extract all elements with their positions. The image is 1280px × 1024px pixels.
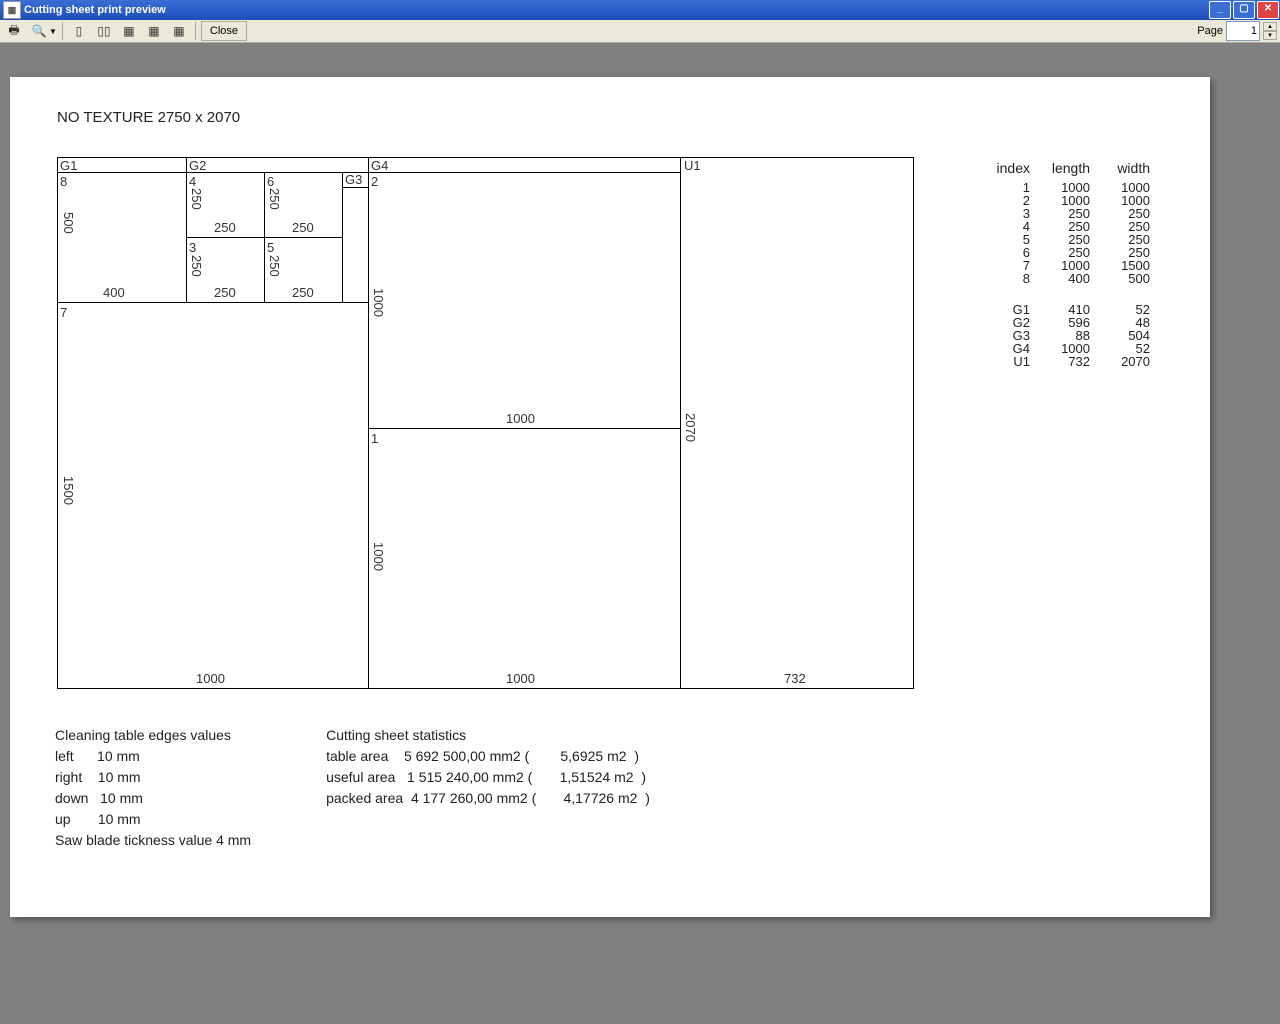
table-row: U17322070 — [980, 355, 1150, 368]
piece-1-index: 1 — [371, 431, 378, 446]
piece-8-w: 400 — [103, 285, 125, 300]
table-row: G259648 — [980, 316, 1150, 329]
piece-2-h: 1000 — [371, 288, 386, 317]
piece-6-index: 6 — [267, 174, 274, 189]
gutter-label-G4: G4 — [371, 158, 388, 173]
piece-8-index: 8 — [60, 174, 67, 189]
layout-4up-icon[interactable]: ▦ — [143, 21, 165, 41]
window-titlebar: ▦ Cutting sheet print preview _ ▢ ✕ — [0, 0, 1280, 20]
toolbar: 🖶 🔍 ▼ ▯ ▯▯ ▦ ▦ ▦ Close Page ▲▼ — [0, 20, 1280, 43]
page-spinner[interactable]: ▲▼ — [1263, 22, 1277, 40]
table-row: 3250250 — [980, 207, 1150, 220]
piece-2-index: 2 — [371, 174, 378, 189]
cutting-sheet-diagram: G1 G2 G3 G4 U1 8 500 400 — [57, 157, 914, 689]
sheet-title: NO TEXTURE 2750 x 2070 — [57, 109, 240, 126]
piece-5-index: 5 — [267, 240, 274, 255]
piece-2-w: 1000 — [506, 411, 535, 426]
piece-4-w: 250 — [214, 220, 236, 235]
table-row: 710001500 — [980, 259, 1150, 272]
zoom-icon[interactable]: 🔍 — [28, 21, 50, 41]
piece-6-h: 250 — [267, 188, 282, 210]
table-body-gutters: G141052G259648G388504G4100052U17322070 — [980, 303, 1150, 368]
page-label: Page — [1197, 25, 1223, 37]
table-row: G141052 — [980, 303, 1150, 316]
layout-3up-icon[interactable]: ▦ — [118, 21, 140, 41]
gutter-label-G3: G3 — [345, 172, 362, 187]
zoom-dropdown-arrow[interactable]: ▼ — [49, 27, 57, 36]
piece-7-h: 1500 — [61, 476, 76, 505]
table-row: 210001000 — [980, 194, 1150, 207]
table-row: 8400500 — [980, 272, 1150, 285]
piece-index-table: index length width 110001000210001000325… — [980, 162, 1150, 368]
close-button[interactable]: Close — [201, 21, 247, 41]
table-row: 5250250 — [980, 233, 1150, 246]
cutting-statistics-block: Cutting sheet statistics table area 5 69… — [326, 725, 650, 851]
piece-4-h: 250 — [189, 188, 204, 210]
piece-6-w: 250 — [292, 220, 314, 235]
piece-1-h: 1000 — [371, 542, 386, 571]
gutter-label-G2: G2 — [189, 158, 206, 173]
piece-4-index: 4 — [189, 174, 196, 189]
piece-3-h: 250 — [189, 255, 204, 277]
piece-3-index: 3 — [189, 240, 196, 255]
piece-5-w: 250 — [292, 285, 314, 300]
close-window-button[interactable]: ✕ — [1257, 1, 1279, 19]
piece-8-h: 500 — [61, 212, 76, 234]
th-width: width — [1090, 162, 1150, 175]
table-row: 4250250 — [980, 220, 1150, 233]
cleaning-edges-block: Cleaning table edges values left 10 mm r… — [55, 725, 251, 851]
piece-3-w: 250 — [214, 285, 236, 300]
th-length: length — [1030, 162, 1090, 175]
piece-7-w: 1000 — [196, 671, 225, 686]
page-input[interactable] — [1226, 21, 1260, 41]
layout-2up-icon[interactable]: ▯▯ — [93, 21, 115, 41]
u1-width: 732 — [784, 671, 806, 686]
gutter-label-G1: G1 — [60, 158, 77, 173]
table-body-pieces: 1100010002100010003250250425025052502506… — [980, 181, 1150, 285]
preview-page: NO TEXTURE 2750 x 2070 G1 G2 G3 G4 U1 — [10, 77, 1210, 917]
footer-info: Cleaning table edges values left 10 mm r… — [55, 725, 650, 851]
layout-1up-icon[interactable]: ▯ — [68, 21, 90, 41]
th-index: index — [980, 162, 1030, 175]
window-title: Cutting sheet print preview — [24, 4, 166, 16]
piece-5-h: 250 — [267, 255, 282, 277]
layout-6up-icon[interactable]: ▦ — [168, 21, 190, 41]
piece-1-w: 1000 — [506, 671, 535, 686]
maximize-button[interactable]: ▢ — [1233, 1, 1255, 19]
gutter-label-U1: U1 — [684, 158, 701, 173]
print-icon[interactable]: 🖶 — [3, 21, 25, 41]
minimize-button[interactable]: _ — [1209, 1, 1231, 19]
app-icon: ▦ — [3, 1, 21, 19]
u1-height: 2070 — [683, 413, 698, 442]
piece-7-index: 7 — [60, 305, 67, 320]
